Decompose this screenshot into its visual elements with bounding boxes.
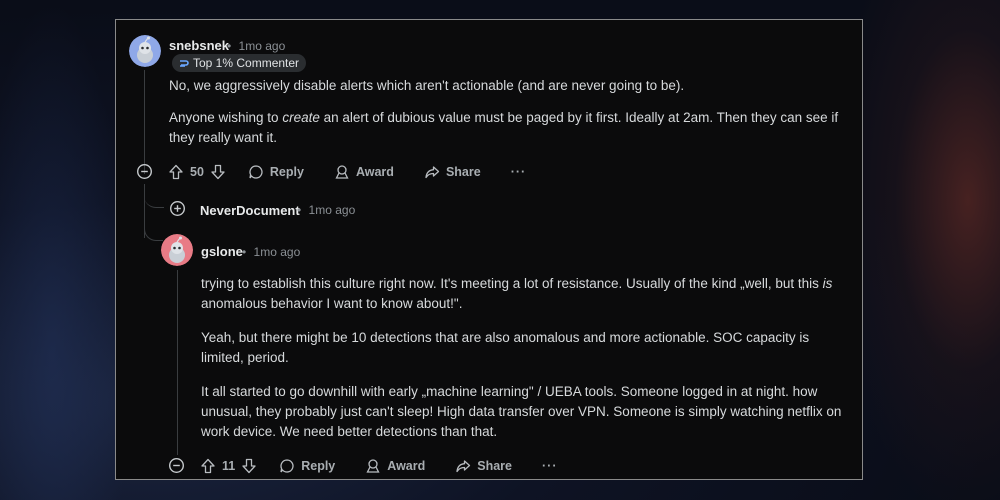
- comment-thread-panel: snebsnek • 1mo ago Top 1% Commenter No, …: [115, 19, 863, 480]
- comment-bubble-icon: [248, 164, 264, 180]
- share-label: Share: [445, 164, 481, 179]
- username[interactable]: NeverDocument: [200, 203, 300, 218]
- vote-count: 50: [190, 164, 204, 179]
- comment-body: No, we aggressively disable alerts which…: [169, 76, 859, 148]
- timestamp: • 1mo ago: [297, 203, 355, 217]
- share-label: Share: [477, 458, 512, 473]
- comment-paragraph: No, we aggressively disable alerts which…: [169, 78, 685, 93]
- separator: •: [242, 245, 247, 259]
- thread-line: [144, 70, 145, 174]
- award-button[interactable]: Award: [365, 458, 425, 474]
- background-glow-right: [840, 0, 1000, 500]
- separator: •: [227, 39, 232, 53]
- share-icon: [424, 164, 440, 180]
- comment-paragraph: Anyone wishing to create an alert of dub…: [169, 110, 839, 145]
- award-label: Award: [387, 458, 426, 473]
- flair-label: Top 1% Commenter: [193, 56, 300, 70]
- comment-paragraph: trying to establish this culture right n…: [201, 276, 833, 311]
- timestamp: • 1mo ago: [242, 245, 300, 259]
- expand-icon[interactable]: [169, 200, 186, 217]
- share-button[interactable]: Share: [424, 164, 481, 180]
- share-button[interactable]: Share: [455, 458, 512, 474]
- comment-bubble-icon: [279, 458, 295, 474]
- collapse-icon[interactable]: [168, 457, 185, 474]
- timestamp: • 1mo ago: [227, 39, 285, 53]
- reply-button[interactable]: Reply: [248, 164, 304, 180]
- award-icon: [365, 458, 381, 474]
- separator: •: [297, 203, 302, 217]
- background-glow-left: [0, 0, 130, 500]
- avatar[interactable]: [161, 234, 193, 266]
- downvote-icon[interactable]: [241, 458, 257, 474]
- thread-curve-to-collapsed: [144, 180, 164, 208]
- username[interactable]: gslone: [201, 244, 243, 259]
- upvote-icon[interactable]: [168, 164, 184, 180]
- time-ago: 1mo ago: [308, 203, 356, 217]
- time-ago: 1mo ago: [253, 245, 301, 259]
- vote-group: 11: [200, 458, 257, 474]
- avatar[interactable]: [129, 35, 161, 67]
- collapse-icon[interactable]: [136, 163, 153, 180]
- comment-paragraph: It all started to go downhill with early…: [201, 384, 842, 439]
- reply-button[interactable]: Reply: [279, 458, 335, 474]
- user-flair: Top 1% Commenter: [172, 54, 307, 72]
- username[interactable]: snebsnek: [169, 38, 229, 53]
- downvote-icon[interactable]: [210, 164, 226, 180]
- upvote-icon[interactable]: [200, 458, 216, 474]
- thread-line-reply: [177, 270, 178, 455]
- comment-paragraph: Yeah, but there might be 10 detections t…: [201, 330, 810, 365]
- time-ago: 1mo ago: [238, 39, 286, 53]
- more-options-button[interactable]: ···: [542, 459, 558, 473]
- reply-label: Reply: [301, 458, 336, 473]
- reply-label: Reply: [269, 164, 304, 179]
- award-label: Award: [355, 164, 394, 179]
- thread-curve-to-reply: [144, 220, 163, 241]
- award-button[interactable]: Award: [334, 164, 394, 180]
- vote-group: 50: [168, 164, 226, 180]
- share-icon: [455, 458, 471, 474]
- vote-count: 11: [222, 458, 236, 473]
- comment-actions: 11 Reply Award Share ···: [168, 457, 558, 474]
- award-icon: [334, 164, 350, 180]
- more-options-button[interactable]: ···: [511, 165, 527, 179]
- comment-actions: 50 Reply Award Share ···: [136, 163, 526, 180]
- comment-body: trying to establish this culture right n…: [201, 274, 853, 442]
- flair-icon: [178, 58, 189, 69]
